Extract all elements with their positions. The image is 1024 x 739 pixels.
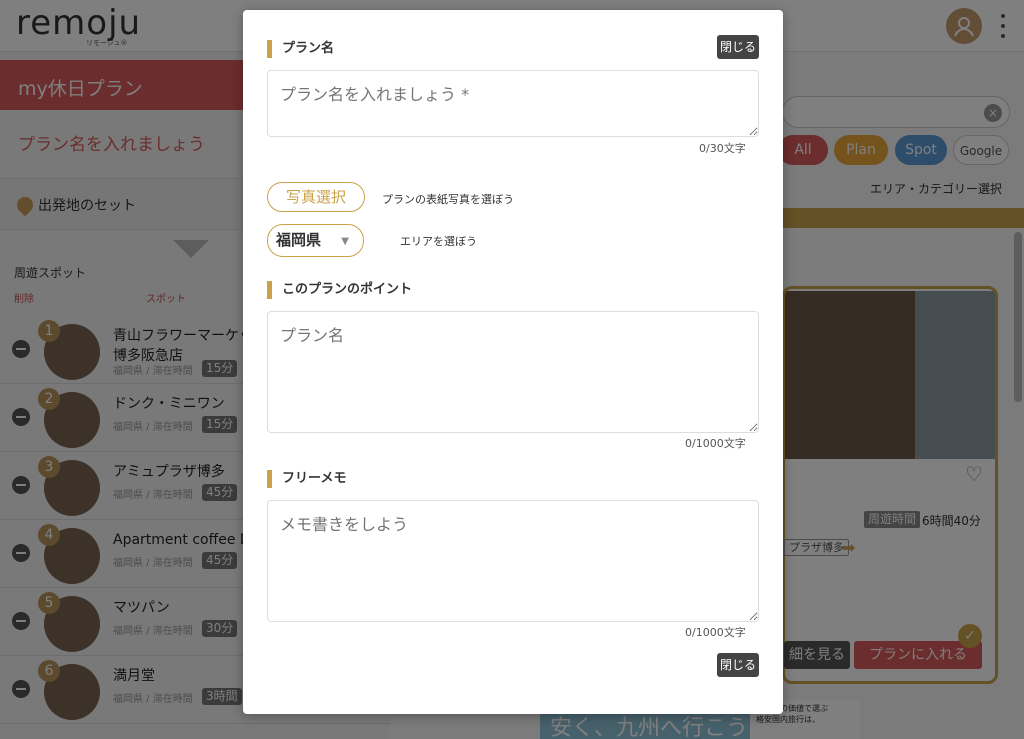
point-counter: 0/1000文字 [685,437,746,450]
prefecture-select[interactable]: 福岡県 ▼ [267,224,364,257]
point-field[interactable] [267,311,759,433]
photo-hint: プランの表紙写真を選ぼう [382,193,514,206]
plan-edit-modal: プラン名 閉じる 0/30文字 写真選択 プランの表紙写真を選ぼう 福岡県 ▼ … [243,10,783,714]
area-hint: エリアを選ぼう [400,235,477,248]
photo-select-button[interactable]: 写真選択 [267,182,365,212]
memo-field[interactable] [267,500,759,622]
point-title: このプランのポイント [267,281,412,299]
chevron-down-icon: ▼ [341,236,349,247]
memo-title: フリーメモ [267,470,346,488]
plan-name-title: プラン名 [267,40,334,58]
prefecture-value: 福岡県 [276,231,322,249]
close-button-top[interactable]: 閉じる [717,35,759,59]
plan-name-counter: 0/30文字 [699,142,746,155]
plan-name-field[interactable] [267,70,759,137]
memo-counter: 0/1000文字 [685,626,746,639]
close-button-bottom[interactable]: 閉じる [717,653,759,677]
